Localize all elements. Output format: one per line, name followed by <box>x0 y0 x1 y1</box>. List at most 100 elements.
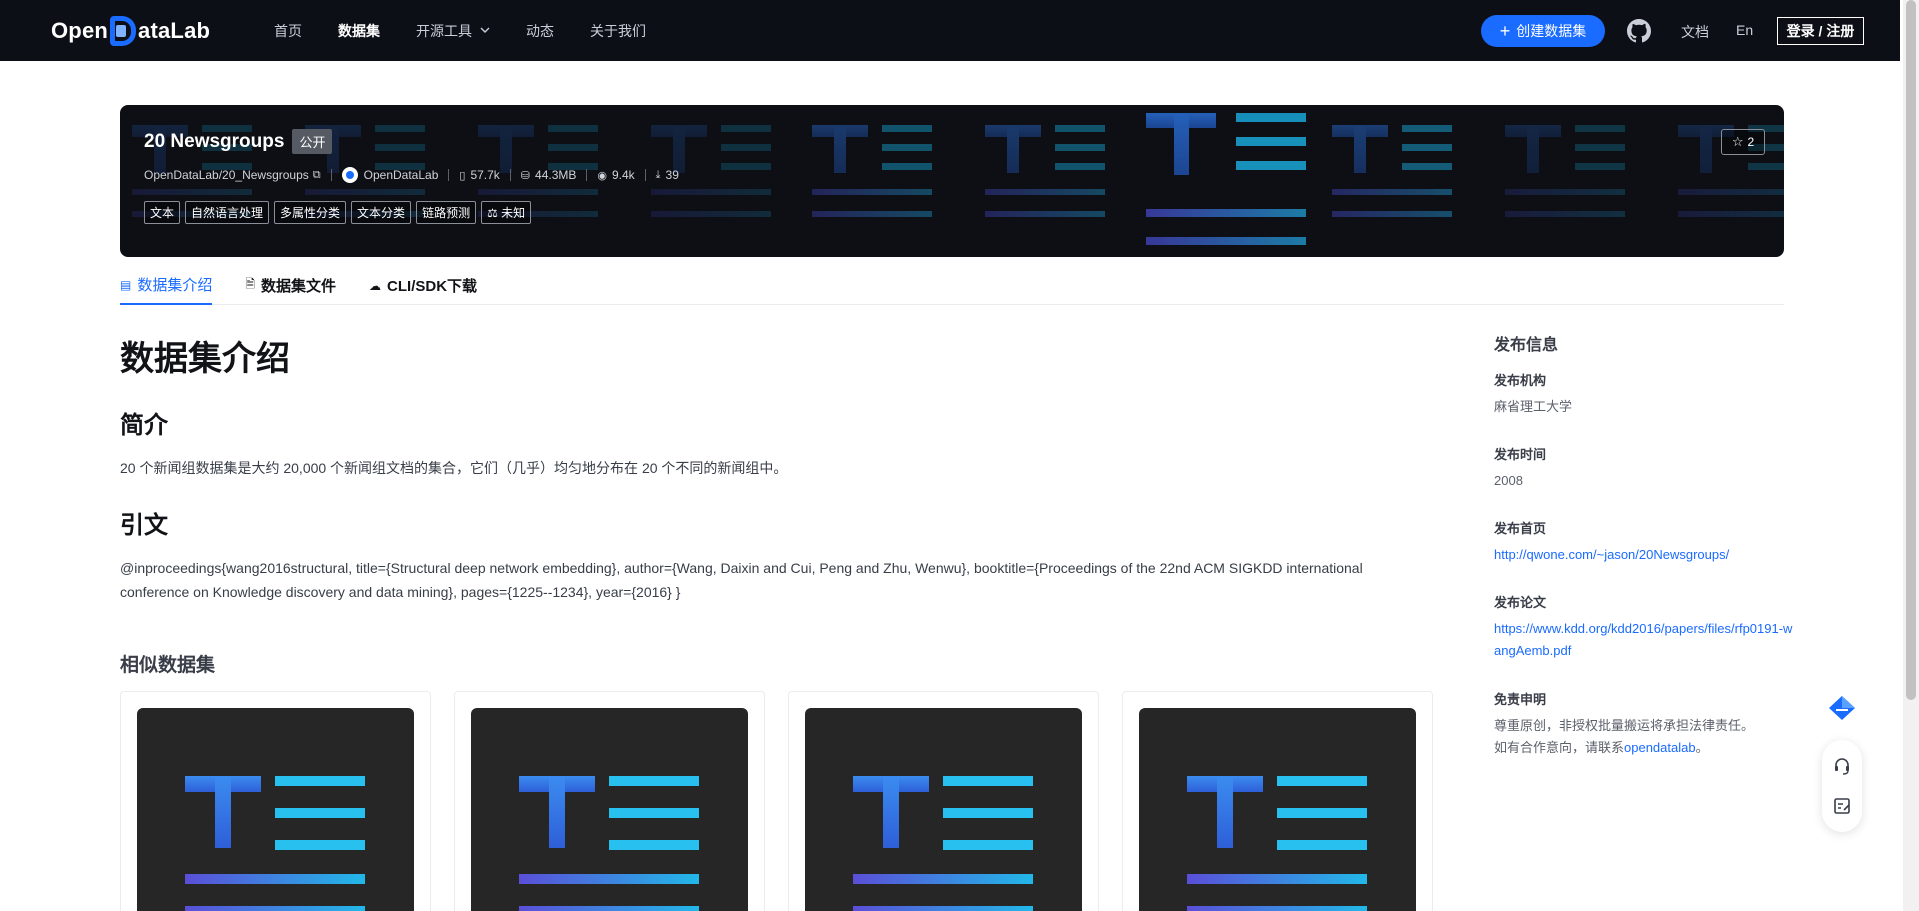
tag-license-label: 未知 <box>501 206 526 220</box>
star-button[interactable]: ☆ 2 <box>1721 129 1765 155</box>
dataset-banner: 20 Newsgroups 公开 ☆ 2 OpenDataLab/20_News… <box>120 105 1784 257</box>
similar-dataset-card[interactable] <box>120 691 431 911</box>
dataset-path: OpenDataLab/20_Newsgroups ⧉ <box>144 168 321 182</box>
nav-home[interactable]: 首页 <box>274 21 302 41</box>
publisher-value: 麻省理工大学 <box>1494 399 1573 414</box>
eye-icon: ◉ <box>597 169 607 182</box>
scale-icon: ⚖ <box>487 206 502 220</box>
disclaimer-line-1: 尊重原创，非授权批量搬运将承担法律责任。 <box>1494 718 1755 733</box>
cloud-download-icon: ☁ <box>369 278 382 293</box>
dataset-size: ⛁ 44.3MB <box>521 168 577 182</box>
disclaimer-prefix: 如有合作意向，请联系 <box>1494 740 1625 755</box>
homepage-label: 发布首页 <box>1494 521 1547 536</box>
similar-datasets-heading: 相似数据集 <box>120 655 216 676</box>
tag-link-prediction[interactable]: 链路预测 <box>416 201 477 224</box>
disk-icon: ⛁ <box>520 169 531 182</box>
scrollbar-thumb[interactable] <box>1906 0 1916 700</box>
intro-heading: 简介 <box>120 412 168 439</box>
tab-files[interactable]: 🗎 数据集文件 <box>245 266 336 305</box>
logo-text-datalab: ataLab <box>138 18 211 43</box>
meta-divider <box>330 169 332 181</box>
intro-text: 20 个新闻组数据集是大约 20,000 个新闻组文档的集合，它们（几乎）均匀地… <box>120 460 788 476</box>
disclaimer-label: 免责申明 <box>1494 692 1547 707</box>
create-dataset-label: 创建数据集 <box>1516 23 1587 39</box>
meta-divider <box>644 169 646 181</box>
download-count-value: 39 <box>665 168 679 182</box>
file-stack-icon: ▯ <box>459 169 466 182</box>
nav-docs[interactable]: 文档 <box>1681 22 1709 42</box>
nav-datasets[interactable]: 数据集 <box>338 21 380 41</box>
paper-value: https://www.kdd.org/kdd2016/papers/files… <box>1494 618 1794 662</box>
floating-actions <box>1822 740 1862 832</box>
nav-about[interactable]: 关于我们 <box>590 21 646 41</box>
tag-license[interactable]: ⚖ 未知 <box>481 201 532 224</box>
similar-dataset-card[interactable] <box>454 691 765 911</box>
logo-text-open: Open <box>51 18 109 43</box>
nav-tools-label: 开源工具 <box>416 22 472 39</box>
logo-d-icon <box>110 16 137 46</box>
nav-tools[interactable]: 开源工具 <box>416 21 490 41</box>
headset-icon[interactable] <box>1830 754 1854 778</box>
language-toggle[interactable]: En <box>1736 22 1753 38</box>
tab-intro[interactable]: ▤ 数据集介绍 <box>120 266 213 305</box>
tab-files-label: 数据集文件 <box>261 278 337 295</box>
disclaimer-line-2: 如有合作意向，请联系opendatalab。 <box>1494 737 1784 759</box>
login-register-button[interactable]: 登录 / 注册 <box>1777 17 1864 45</box>
similar-dataset-card[interactable] <box>1122 691 1433 911</box>
tag-text[interactable]: 文本 <box>144 201 181 224</box>
plus-icon: + <box>1499 21 1511 41</box>
tag-text-classification[interactable]: 文本分类 <box>351 201 412 224</box>
citation-heading: 引文 <box>120 512 168 539</box>
meta-divider <box>509 169 511 181</box>
dataset-title-row: 20 Newsgroups 公开 <box>144 129 333 154</box>
org-avatar <box>341 167 358 183</box>
visibility-badge: 公开 <box>292 129 333 154</box>
dataset-thumbnail <box>805 708 1082 911</box>
tab-intro-label: 数据集介绍 <box>137 277 213 294</box>
github-icon[interactable] <box>1627 19 1651 43</box>
page-scrollbar[interactable] <box>1903 0 1919 911</box>
disclaimer-suffix: 。 <box>1695 740 1709 755</box>
dataset-title: 20 Newsgroups <box>144 130 285 152</box>
tag-multi-label[interactable]: 多属性分类 <box>274 201 347 224</box>
contact-link[interactable]: opendatalab <box>1624 740 1696 755</box>
opendatalab-logo[interactable]: Open ataLab <box>51 16 210 46</box>
meta-divider <box>448 169 450 181</box>
star-icon: ☆ <box>1731 134 1744 149</box>
view-count: ◉ 9.4k <box>597 168 634 182</box>
view-count-value: 9.4k <box>611 168 635 182</box>
dataset-thumbnail <box>1139 708 1416 911</box>
star-count: 2 <box>1747 135 1755 149</box>
tag-nlp[interactable]: 自然语言处理 <box>185 201 270 224</box>
feedback-edit-icon[interactable] <box>1830 794 1854 818</box>
paper-link[interactable]: https://www.kdd.org/kdd2016/papers/files… <box>1494 621 1792 658</box>
dataset-path-text: OpenDataLab/20_Newsgroups <box>144 168 309 182</box>
similar-dataset-card[interactable] <box>788 691 1099 911</box>
download-count: ⤓ 39 <box>656 168 679 182</box>
dataset-org[interactable]: OpenDataLab <box>341 167 439 183</box>
create-dataset-button[interactable]: + 创建数据集 <box>1481 15 1605 47</box>
list-icon: ▤ <box>120 277 132 292</box>
file-count-value: 57.7k <box>470 168 500 182</box>
file-icon: 🗎 <box>245 277 256 291</box>
disclaimer-text: 尊重原创，非授权批量搬运将承担法律责任。 如有合作意向，请联系opendatal… <box>1494 715 1784 759</box>
file-count: ▯ 57.7k <box>459 168 499 182</box>
publish-time-label: 发布时间 <box>1494 447 1547 462</box>
floating-toolbar <box>1822 688 1862 832</box>
copy-icon[interactable]: ⧉ <box>313 169 321 182</box>
dataset-tags: 文本 自然语言处理 多属性分类 文本分类 链路预测 ⚖ 未知 <box>144 201 536 224</box>
org-name: OpenDataLab <box>363 168 439 182</box>
main-nav: 首页 数据集 开源工具 动态 关于我们 <box>274 0 682 61</box>
tab-cli-sdk[interactable]: ☁ CLI/SDK下载 <box>369 266 477 305</box>
download-icon: ⤓ <box>655 168 661 181</box>
dataset-tabs: ▤ 数据集介绍 🗎 数据集文件 ☁ CLI/SDK下载 <box>120 266 1784 305</box>
nav-news[interactable]: 动态 <box>526 21 554 41</box>
homepage-value: http://qwone.com/~jason/20Newsgroups/ <box>1494 544 1784 566</box>
page-title: 数据集介绍 <box>120 340 290 378</box>
meta-divider <box>586 169 588 181</box>
dataset-thumbnail <box>471 708 748 911</box>
homepage-link[interactable]: http://qwone.com/~jason/20Newsgroups/ <box>1494 547 1729 562</box>
assistant-icon[interactable] <box>1822 688 1862 728</box>
top-navbar: Open ataLab 首页 数据集 开源工具 动态 关于我们 + 创建数据集 … <box>0 0 1900 61</box>
publish-time-value: 2008 <box>1494 473 1523 488</box>
